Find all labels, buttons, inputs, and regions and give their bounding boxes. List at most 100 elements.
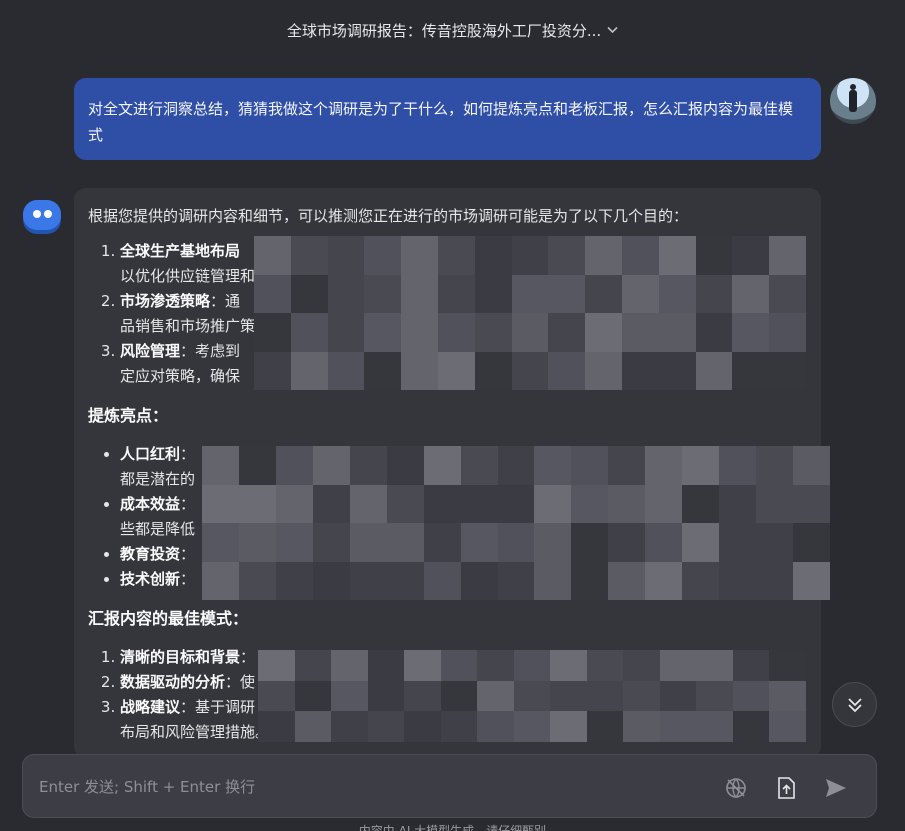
mosaic-cell (401, 313, 438, 352)
mosaic-cell (623, 711, 660, 742)
mosaic-cell (659, 711, 697, 742)
mosaic-cell (294, 650, 332, 681)
mosaic-cell (732, 711, 770, 742)
mosaic-cell (364, 236, 402, 275)
mosaic-cell (682, 523, 720, 562)
mosaic-cell (290, 351, 328, 390)
assistant-avatar-icon (23, 200, 61, 230)
conversation-title-bar[interactable]: 全球市场调研报告：传音控股海外工厂投资分... (0, 0, 905, 60)
mosaic-cell (460, 484, 498, 523)
mosaic-cell (513, 711, 551, 742)
mosaic-cell (404, 711, 441, 742)
mosaic-cell (275, 561, 313, 600)
mosaic-cell (254, 274, 291, 313)
mosaic-cell (460, 561, 498, 600)
mosaic-cell (586, 650, 624, 681)
mosaic-cell (621, 351, 659, 390)
mosaic-cell (474, 274, 512, 313)
mosaic-cell (769, 650, 806, 681)
mosaic-cell (756, 446, 794, 485)
mosaic-cell (401, 274, 438, 313)
send-icon[interactable] (823, 775, 849, 801)
mosaic-cell (202, 523, 239, 562)
mosaic-cell (645, 523, 683, 562)
mosaic-cell (548, 236, 586, 275)
mosaic-cell (290, 313, 328, 352)
mosaic-cell (423, 484, 461, 523)
mosaic-cell (658, 236, 696, 275)
mosaic-cell (658, 351, 696, 390)
mosaic-cell (695, 351, 733, 390)
mosaic-cell (386, 523, 424, 562)
mosaic-cell (534, 561, 572, 600)
mosaic-cell (645, 484, 683, 523)
mosaic-cell (769, 711, 806, 742)
mosaic-cell (534, 484, 572, 523)
mosaic-cell (534, 523, 572, 562)
mosaic-cell (497, 561, 535, 600)
mosaic-cell (732, 236, 770, 275)
mosaic-cell (769, 274, 806, 313)
mosaic-cell (732, 274, 770, 313)
mosaic-cell (793, 484, 830, 523)
mosaic-cell (756, 523, 794, 562)
mosaic-cell (364, 351, 402, 390)
mosaic-cell (571, 561, 609, 600)
user-message-bubble: 对全文进行洞察总结，猜猜我做这个调研是为了干什么，如何提炼亮点和老板汇报，怎么汇… (74, 78, 821, 160)
user-avatar[interactable] (830, 78, 876, 124)
mosaic-cell (349, 561, 387, 600)
mosaic-cell (719, 561, 757, 600)
message-input[interactable] (39, 773, 699, 801)
file-upload-icon[interactable] (773, 775, 799, 801)
mosaic-cell (238, 523, 276, 562)
user-message-text: 对全文进行洞察总结，猜猜我做这个调研是为了干什么，如何提炼亮点和老板汇报，怎么汇… (88, 100, 794, 144)
conversation-title: 全球市场调研报告：传音控股海外工厂投资分... (286, 21, 602, 40)
mosaic-cell (423, 523, 461, 562)
mosaic-cell (477, 711, 514, 742)
mosaic-cell (769, 236, 806, 275)
mosaic-cell (695, 236, 733, 275)
mosaic-cell (658, 313, 696, 352)
mosaic-cell (769, 680, 806, 712)
scroll-to-bottom-button[interactable] (832, 682, 877, 727)
mosaic-cell (659, 680, 697, 712)
mosaic-cell (275, 523, 313, 562)
mosaic-cell (331, 680, 368, 712)
mosaic-cell (695, 313, 733, 352)
chevron-down-icon[interactable] (607, 24, 618, 37)
mosaic-cell (258, 650, 295, 681)
mosaic-cell (202, 484, 239, 523)
mosaic-cell (440, 711, 478, 742)
redaction-mosaic (254, 236, 806, 390)
mosaic-cell (386, 484, 424, 523)
mosaic-cell (460, 523, 498, 562)
mosaic-cell (294, 711, 332, 742)
mosaic-cell (513, 680, 551, 712)
mosaic-cell (474, 236, 512, 275)
mosaic-cell (793, 446, 830, 485)
mosaic-cell (696, 650, 733, 681)
mosaic-cell (719, 484, 757, 523)
mosaic-cell (238, 446, 276, 485)
mosaic-cell (608, 446, 646, 485)
mosaic-cell (477, 680, 514, 712)
web-search-toggle-icon[interactable] (723, 775, 749, 801)
mosaic-cell (474, 313, 512, 352)
mosaic-cell (732, 351, 770, 390)
mosaic-cell (254, 313, 291, 352)
mosaic-cell (548, 313, 586, 352)
mosaic-cell (621, 274, 659, 313)
mosaic-cell (585, 313, 622, 352)
mosaic-cell (331, 711, 368, 742)
mosaic-cell (497, 523, 535, 562)
mosaic-cell (364, 313, 402, 352)
redaction-mosaic (202, 446, 830, 600)
mosaic-cell (511, 313, 549, 352)
mosaic-cell (793, 561, 830, 600)
mosaic-cell (769, 351, 806, 390)
mosaic-cell (440, 650, 478, 681)
mosaic-cell (732, 680, 770, 712)
mosaic-cell (202, 561, 239, 600)
mosaic-cell (696, 711, 733, 742)
mosaic-cell (511, 351, 549, 390)
